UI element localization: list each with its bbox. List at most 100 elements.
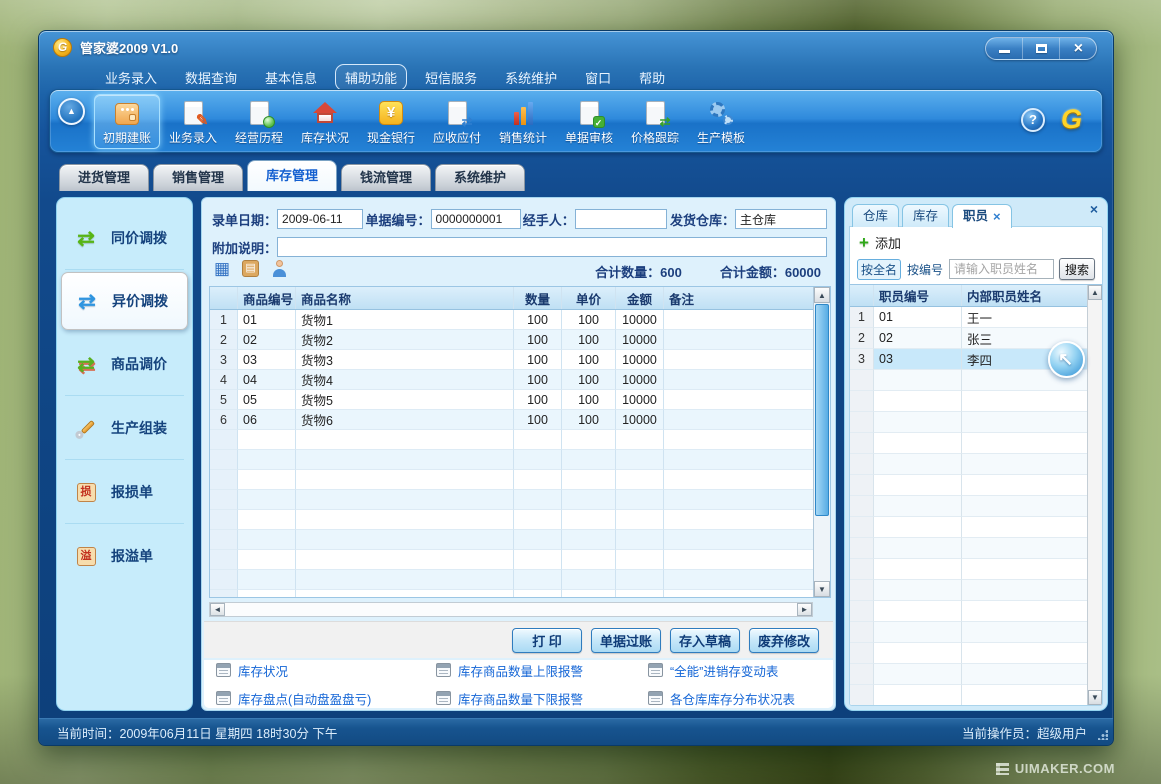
- report-link-warehouse-distribution[interactable]: 各仓库库存分布状况表: [648, 689, 821, 708]
- empty-staff-row[interactable]: [850, 496, 1087, 517]
- empty-staff-row[interactable]: [850, 685, 1087, 705]
- warehouse-lookup-icon[interactable]: ▦: [214, 260, 230, 277]
- report-link-allround-flow-table[interactable]: “全能”进销存变动表: [648, 661, 821, 680]
- menu-item-data-query[interactable]: 数据查询: [175, 64, 247, 91]
- tab-system[interactable]: 系统维护: [435, 164, 525, 191]
- empty-table-row[interactable]: [210, 550, 813, 570]
- close-button[interactable]: ×: [1059, 38, 1096, 59]
- menu-item-window[interactable]: 窗口: [575, 64, 621, 91]
- empty-table-row[interactable]: [210, 470, 813, 490]
- menu-item-basic-info[interactable]: 基本信息: [255, 64, 327, 91]
- report-link-qty-upper-limit-alert[interactable]: 库存商品数量上限报警: [436, 661, 648, 680]
- staff-row[interactable]: 101王一: [850, 307, 1087, 328]
- empty-table-row[interactable]: [210, 450, 813, 470]
- tab-close-icon[interactable]: ×: [993, 210, 1001, 223]
- empty-staff-row[interactable]: [850, 370, 1087, 391]
- add-plus-icon[interactable]: +: [859, 234, 869, 251]
- empty-table-row[interactable]: [210, 590, 813, 597]
- scroll-left-icon[interactable]: ◄: [210, 603, 225, 616]
- table-row[interactable]: 505货物510010010000: [210, 390, 813, 410]
- discard-changes-button[interactable]: 废弃修改: [749, 628, 819, 653]
- toolbar-item-sales-stats[interactable]: 销售统计: [490, 94, 556, 149]
- empty-staff-row[interactable]: [850, 538, 1087, 559]
- filter-by-code-toggle[interactable]: 按编号: [906, 260, 944, 279]
- empty-staff-row[interactable]: [850, 433, 1087, 454]
- sidebar-item-overflow-report[interactable]: 溢报溢单: [57, 524, 192, 588]
- empty-table-row[interactable]: [210, 530, 813, 550]
- table-row[interactable]: 606货物610010010000: [210, 410, 813, 430]
- empty-staff-row[interactable]: [850, 475, 1087, 496]
- save-draft-button[interactable]: 存入草稿: [670, 628, 740, 653]
- sidebar-item-production-assembly[interactable]: 生产组装: [57, 396, 192, 460]
- collapse-toolbar-button[interactable]: ▲: [58, 98, 85, 125]
- empty-staff-row[interactable]: [850, 412, 1087, 433]
- toolbar-item-history[interactable]: 经营历程: [226, 94, 292, 149]
- tab-purchase[interactable]: 进货管理: [59, 164, 149, 191]
- toolbar-item-price-tracking[interactable]: ⇄价格跟踪: [622, 94, 688, 149]
- toolbar-item-voucher-audit[interactable]: ✓单据审核: [556, 94, 622, 149]
- lookup-tab-staff[interactable]: 职员×: [952, 204, 1012, 228]
- sidebar-item-diff-price-transfer[interactable]: ⇄异价调拨: [61, 272, 188, 330]
- inventory-lookup-icon[interactable]: ▤: [242, 260, 259, 277]
- toolbar-item-business-entry[interactable]: ✎业务录入: [160, 94, 226, 149]
- table-row[interactable]: 101货物110010010000: [210, 310, 813, 330]
- table-row[interactable]: 303货物310010010000: [210, 350, 813, 370]
- filter-by-name-toggle[interactable]: 按全名: [857, 259, 901, 280]
- items-horizontal-scrollbar[interactable]: ◄ ►: [209, 602, 813, 617]
- empty-table-row[interactable]: [210, 570, 813, 590]
- sidebar-item-same-price-transfer[interactable]: ⇄同价调拨: [57, 206, 192, 270]
- tab-cashflow[interactable]: 钱流管理: [341, 164, 431, 191]
- staff-row[interactable]: 202张三: [850, 328, 1087, 349]
- scroll-down-icon[interactable]: ▼: [1088, 690, 1102, 705]
- post-voucher-button[interactable]: 单据过账: [591, 628, 661, 653]
- sidebar-item-price-adjust[interactable]: ⇄商品调价: [57, 332, 192, 396]
- resize-grip[interactable]: [1098, 730, 1108, 740]
- voucher-no-field[interactable]: [431, 209, 521, 229]
- staff-vertical-scrollbar[interactable]: ▲ ▼: [1087, 285, 1102, 705]
- menu-item-sms-service[interactable]: 短信服务: [415, 64, 487, 91]
- report-link-stocktake[interactable]: 库存盘点(自动盘盈盘亏): [216, 689, 436, 708]
- empty-staff-row[interactable]: [850, 580, 1087, 601]
- toolbar-item-inventory-status[interactable]: 库存状况: [292, 94, 358, 149]
- title-bar[interactable]: G 管家婆2009 V1.0 ×: [39, 31, 1113, 63]
- empty-staff-row[interactable]: [850, 559, 1087, 580]
- search-button[interactable]: 搜索: [1059, 258, 1095, 280]
- items-vertical-scrollbar[interactable]: ▲ ▼: [813, 287, 830, 597]
- toolbar-item-production-template[interactable]: 生产模板: [688, 94, 754, 149]
- print-button[interactable]: 打 印: [512, 628, 582, 653]
- sidebar-item-loss-report[interactable]: 损报损单: [57, 460, 192, 524]
- empty-staff-row[interactable]: [850, 391, 1087, 412]
- maximize-button[interactable]: [1022, 38, 1059, 59]
- menu-item-aux-functions[interactable]: 辅助功能: [335, 64, 407, 91]
- scroll-up-icon[interactable]: ▲: [814, 287, 830, 303]
- menu-item-help[interactable]: 帮助: [629, 64, 675, 91]
- toolbar-item-receivable-payable[interactable]: ⇄应收应付: [424, 94, 490, 149]
- note-field[interactable]: [277, 237, 827, 257]
- staff-search-input[interactable]: [949, 259, 1054, 279]
- toolbar-item-cash-bank[interactable]: ¥现金银行: [358, 94, 424, 149]
- help-icon[interactable]: ?: [1021, 108, 1045, 132]
- empty-table-row[interactable]: [210, 510, 813, 530]
- empty-staff-row[interactable]: [850, 454, 1087, 475]
- staff-lookup-icon[interactable]: [271, 260, 288, 277]
- menu-item-system-maintenance[interactable]: 系统维护: [495, 64, 567, 91]
- scroll-down-icon[interactable]: ▼: [814, 581, 830, 597]
- date-field[interactable]: [277, 209, 363, 229]
- empty-staff-row[interactable]: [850, 517, 1087, 538]
- empty-staff-row[interactable]: [850, 664, 1087, 685]
- scroll-thumb[interactable]: [815, 304, 829, 516]
- agent-field[interactable]: [575, 209, 667, 229]
- empty-table-row[interactable]: [210, 490, 813, 510]
- tab-sales[interactable]: 销售管理: [153, 164, 243, 191]
- lookup-tab-warehouse[interactable]: 仓库: [852, 204, 899, 227]
- panel-close-icon[interactable]: ×: [1090, 202, 1098, 216]
- warehouse-field[interactable]: [735, 209, 827, 229]
- report-link-qty-lower-limit-alert[interactable]: 库存商品数量下限报警: [436, 689, 648, 708]
- scroll-up-icon[interactable]: ▲: [1088, 285, 1102, 300]
- empty-table-row[interactable]: [210, 430, 813, 450]
- lookup-tab-inventory[interactable]: 库存: [902, 204, 949, 227]
- add-label[interactable]: 添加: [875, 233, 901, 252]
- scroll-right-icon[interactable]: ►: [797, 603, 812, 616]
- menu-item-business-entry[interactable]: 业务录入: [95, 64, 167, 91]
- empty-staff-row[interactable]: [850, 643, 1087, 664]
